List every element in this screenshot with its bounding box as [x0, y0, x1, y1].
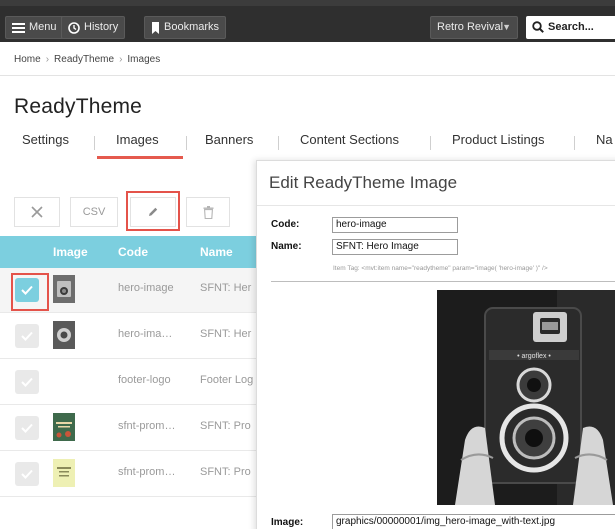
name-field[interactable]: SFNT: Hero Image [332, 239, 458, 255]
tab-product-listings[interactable]: Product Listings [452, 132, 545, 147]
table-header: Image Code Name [0, 236, 260, 268]
table-row[interactable]: footer-logo Footer Log [0, 360, 260, 405]
row-code: sfnt-prom… [118, 466, 176, 478]
row-name: SFNT: Her [200, 328, 252, 340]
chevron-right-icon: › [119, 54, 123, 65]
history-label: History [84, 21, 119, 33]
bookmarks-button[interactable]: Bookmarks [144, 16, 227, 39]
csv-button[interactable]: CSV [70, 197, 118, 227]
tab-settings[interactable]: Settings [22, 132, 69, 147]
menu-button[interactable]: Menu [5, 16, 64, 39]
row-checkbox[interactable] [15, 462, 39, 486]
code-field-label: Code: [271, 219, 300, 230]
divider [0, 75, 615, 76]
column-header-name[interactable]: Name [200, 245, 233, 259]
active-tab-indicator [97, 156, 183, 159]
history-button[interactable]: History [61, 16, 126, 39]
breadcrumb-images: Images [127, 54, 161, 65]
delete-button[interactable] [186, 197, 230, 227]
tab-content-sections[interactable]: Content Sections [300, 132, 399, 147]
search-input[interactable]: Search... [526, 16, 615, 39]
tab-bar: Settings Images Banners Content Sections… [0, 132, 615, 158]
row-code: sfnt-prom… [118, 420, 176, 432]
table-row[interactable]: sfnt-prom… SFNT: Pro [0, 406, 260, 451]
image-field-label: Image: [271, 517, 304, 528]
checkmark-icon [21, 469, 33, 479]
checkmark-icon [21, 377, 33, 387]
chevron-down-icon: ▼ [502, 22, 511, 32]
column-header-code[interactable]: Code [118, 245, 148, 259]
image-preview: • argoflex • [437, 290, 615, 505]
edit-button-highlight [126, 191, 180, 231]
checkmark-icon [21, 423, 33, 433]
row-code: hero-image [118, 282, 174, 294]
breadcrumb: Home › ReadyTheme › Images [14, 54, 160, 65]
tab-banners[interactable]: Banners [205, 132, 253, 147]
name-field-label: Name: [271, 241, 302, 252]
hamburger-icon [12, 22, 25, 33]
row-name: SFNT: Her [200, 282, 252, 294]
checkbox-highlight [11, 273, 49, 311]
clear-selection-button[interactable] [14, 197, 60, 227]
breadcrumb-home[interactable]: Home [14, 54, 41, 65]
camera-label: • argoflex • [517, 353, 551, 360]
tab-separator [94, 136, 95, 150]
row-checkbox[interactable] [15, 416, 39, 440]
item-tag-hint: Item Tag: <mvt:item name="readytheme" pa… [333, 265, 548, 272]
row-code: footer-logo [118, 374, 171, 386]
store-select-value: Retro Revival [437, 21, 504, 33]
camera-photo: • argoflex • [437, 290, 615, 505]
chevron-right-icon: › [45, 54, 50, 65]
image-path-field[interactable]: graphics/00000001/img_hero-image_with-te… [332, 514, 615, 529]
code-field[interactable]: hero-image [332, 217, 458, 233]
checkmark-icon [21, 331, 33, 341]
edit-image-panel: Edit ReadyTheme Image Code: hero-image N… [256, 160, 615, 529]
panel-title: Edit ReadyTheme Image [269, 173, 458, 192]
row-code: hero-ima… [118, 328, 173, 340]
page: Menu History Bookmarks Retro Revival ▼ S… [0, 0, 615, 529]
search-icon [532, 21, 544, 33]
image-thumbnail [53, 459, 75, 487]
tab-separator [574, 136, 575, 150]
tab-separator [186, 136, 187, 150]
bookmark-icon [152, 21, 159, 34]
tab-navigation[interactable]: Na [596, 132, 613, 147]
search-placeholder: Search... [548, 21, 594, 33]
image-thumbnail [53, 413, 75, 441]
row-checkbox[interactable] [15, 324, 39, 348]
store-select[interactable]: Retro Revival ▼ [430, 16, 518, 39]
clock-icon [68, 21, 80, 34]
tab-separator [430, 136, 431, 150]
row-name: SFNT: Pro [200, 466, 251, 478]
divider [257, 205, 615, 206]
divider [271, 281, 615, 282]
column-header-image[interactable]: Image [53, 245, 88, 259]
row-checkbox[interactable] [15, 370, 39, 394]
trash-icon [203, 205, 213, 219]
csv-label: CSV [82, 206, 106, 218]
row-name: Footer Log [200, 374, 254, 386]
tab-images[interactable]: Images [116, 132, 159, 147]
table-row[interactable]: hero-ima… SFNT: Her [0, 314, 260, 359]
tab-separator [278, 136, 279, 150]
page-title: ReadyTheme [14, 95, 143, 118]
close-icon [31, 206, 43, 218]
row-name: SFNT: Pro [200, 420, 251, 432]
bookmarks-label: Bookmarks [164, 21, 220, 33]
image-thumbnail [53, 275, 75, 303]
menu-label: Menu [29, 21, 57, 33]
breadcrumb-readytheme[interactable]: ReadyTheme [54, 54, 114, 65]
table-row[interactable]: sfnt-prom… SFNT: Pro [0, 452, 260, 497]
image-thumbnail [53, 321, 75, 349]
top-toolbar: Menu History Bookmarks Retro Revival ▼ S… [0, 0, 615, 42]
